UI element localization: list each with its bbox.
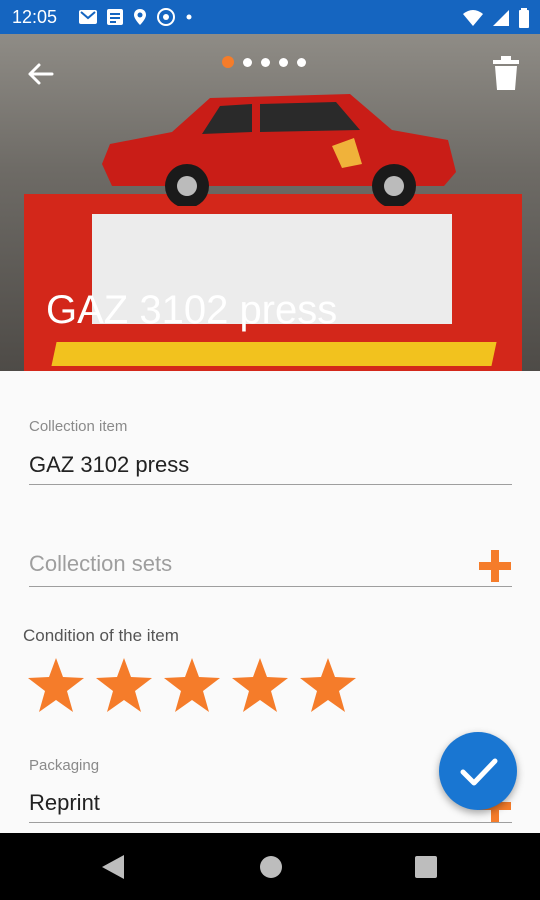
condition-label: Condition of the item	[23, 626, 179, 645]
photo-pager[interactable]	[222, 56, 306, 68]
nav-recents-icon[interactable]	[414, 855, 438, 879]
location-icon	[134, 9, 146, 25]
battery-icon	[519, 8, 529, 28]
packaging-input[interactable]: Reprint	[29, 790, 100, 816]
toy-box	[24, 194, 522, 371]
star-icon[interactable]	[26, 656, 86, 714]
collection-item-underline	[29, 484, 512, 485]
toy-car-image	[102, 94, 456, 206]
wifi-icon	[463, 10, 483, 26]
star-icon[interactable]	[162, 656, 222, 714]
back-arrow-icon[interactable]	[26, 60, 54, 88]
condition-rating[interactable]	[26, 656, 358, 714]
packaging-underline	[29, 822, 512, 823]
save-fab-button[interactable]	[439, 732, 517, 810]
status-time: 12:05	[12, 7, 58, 27]
pager-dot[interactable]	[261, 57, 270, 67]
collection-sets-input[interactable]: Collection sets	[29, 551, 172, 577]
pager-dot[interactable]	[279, 57, 288, 67]
pager-dot[interactable]	[297, 57, 306, 67]
item-title: GAZ 3102 press	[46, 288, 338, 332]
signal-icon	[493, 10, 509, 26]
add-set-icon[interactable]	[479, 550, 511, 582]
system-nav-bar	[0, 833, 540, 900]
packaging-label: Packaging	[29, 757, 100, 774]
gmail-icon	[79, 10, 97, 24]
nav-back-icon[interactable]	[100, 853, 126, 881]
check-icon	[460, 758, 498, 786]
star-icon[interactable]	[94, 656, 154, 714]
pager-dot[interactable]	[243, 57, 252, 67]
vpn-icon	[157, 8, 175, 26]
news-icon	[107, 9, 123, 25]
star-icon[interactable]	[298, 656, 358, 714]
star-icon[interactable]	[230, 656, 290, 714]
collection-item-input[interactable]: GAZ 3102 press	[29, 452, 189, 478]
collection-sets-underline	[29, 586, 512, 587]
delete-icon[interactable]	[493, 56, 519, 92]
dot-icon	[186, 14, 192, 20]
collection-item-label: Collection item	[29, 418, 128, 435]
nav-home-icon[interactable]	[259, 855, 283, 879]
item-photo[interactable]: GAZ 3102 press	[0, 34, 540, 371]
status-bar: 12:05	[0, 0, 540, 34]
pager-dot-active[interactable]	[222, 56, 234, 68]
